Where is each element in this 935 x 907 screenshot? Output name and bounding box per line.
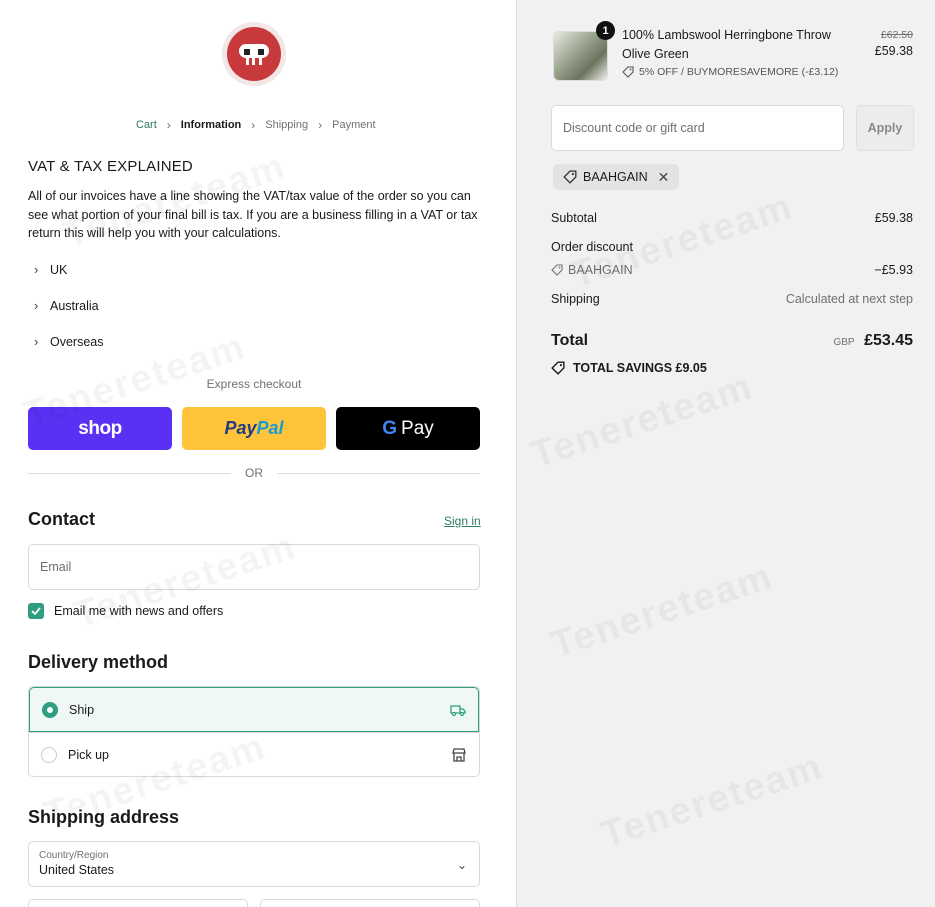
country-label: Country/Region <box>39 850 109 861</box>
watermark: Tenereteam <box>546 555 779 667</box>
close-icon[interactable]: ✕ <box>658 169 670 186</box>
country-select[interactable]: Country/Region United States ⌄ <box>28 841 480 887</box>
pickup-label: Pick up <box>68 748 109 762</box>
vat-heading: VAT & TAX EXPLAINED <box>28 158 193 175</box>
accordion-label: UK <box>50 262 68 277</box>
truck-icon <box>450 705 466 717</box>
shipping-row: Shipping Calculated at next step <box>551 292 913 306</box>
newsletter-label: Email me with news and offers <box>54 604 224 618</box>
discount-code-input[interactable]: Discount code or gift card <box>551 105 844 151</box>
original-price: £62.50 <box>880 29 913 41</box>
store-logo[interactable] <box>222 22 286 86</box>
accordion-australia[interactable]: › Australia <box>34 298 99 313</box>
google-pay-button[interactable]: G Pay <box>336 407 480 450</box>
ship-radio[interactable] <box>42 701 58 718</box>
checkmark-icon <box>31 607 41 615</box>
order-discount-value: −£5.93 <box>874 263 913 277</box>
product-discount-text: 5% OFF / BUYMORESAVEMORE (-£3.12) <box>639 66 839 78</box>
chevron-right-icon: › <box>34 262 39 277</box>
sign-in-link[interactable]: Sign in <box>444 514 481 528</box>
accordion-label: Overseas <box>50 334 104 349</box>
delivery-option-pickup[interactable]: Pick up <box>29 732 479 776</box>
tag-icon <box>563 170 577 184</box>
product-discount: 5% OFF / BUYMORESAVEMORE (-£3.12) <box>622 66 838 78</box>
chevron-right-icon: › <box>318 118 323 132</box>
chevron-right-icon: › <box>34 298 39 313</box>
shop-pay-button[interactable]: shop <box>28 407 172 450</box>
shipping-value: Calculated at next step <box>785 292 913 306</box>
ship-label: Ship <box>69 702 95 717</box>
tag-icon <box>551 361 565 375</box>
discount-chip-code: BAAHGAIN <box>583 170 648 184</box>
order-discount-row: Order discount <box>551 240 913 254</box>
email-placeholder: Email <box>40 560 72 574</box>
checkout-main: Cart › Information › Shipping › Payment … <box>0 0 516 907</box>
breadcrumb-shipping: Shipping <box>265 119 309 131</box>
first-name-field[interactable] <box>28 899 248 907</box>
or-label: OR <box>245 466 263 480</box>
breadcrumb: Cart › Information › Shipping › Payment <box>136 118 376 132</box>
breadcrumb-payment: Payment <box>332 119 376 131</box>
or-divider: OR <box>28 466 480 480</box>
apply-button[interactable]: Apply <box>856 105 914 151</box>
order-discount-code-text: BAAHGAIN <box>568 263 633 277</box>
chevron-down-icon: ⌄ <box>456 858 467 872</box>
watermark: Tenereteam <box>526 365 759 477</box>
accordion-uk[interactable]: › UK <box>34 262 67 277</box>
last-name-field[interactable] <box>260 899 480 907</box>
total-row: Total GBP £53.45 <box>551 332 913 350</box>
sheep-logo-icon <box>239 44 269 65</box>
subtotal-row: Subtotal £59.38 <box>551 211 913 225</box>
paypal-logo-pay: Pay <box>224 418 257 438</box>
google-g-icon: G <box>382 417 398 439</box>
contact-heading: Contact <box>28 509 95 529</box>
shipping-label: Shipping <box>551 292 600 306</box>
shop-pay-logo: shop <box>78 417 122 439</box>
watermark: Tenereteam <box>596 745 829 857</box>
currency-code: GBP <box>833 337 855 348</box>
newsletter-checkbox[interactable] <box>28 603 44 619</box>
tag-icon <box>622 66 634 78</box>
discount-placeholder: Discount code or gift card <box>563 121 705 135</box>
delivery-option-ship[interactable]: Ship <box>29 687 479 732</box>
google-pay-label: Pay <box>401 417 434 439</box>
total-value: £53.45 <box>864 332 913 349</box>
total-savings: TOTAL SAVINGS £9.05 <box>551 361 707 375</box>
store-icon <box>452 748 466 762</box>
chevron-right-icon: › <box>251 118 256 132</box>
subtotal-label: Subtotal <box>551 211 597 225</box>
discount-chip: BAAHGAIN ✕ <box>553 164 680 190</box>
subtotal-value: £59.38 <box>874 211 913 225</box>
newsletter-option[interactable]: Email me with news and offers <box>28 603 223 619</box>
accordion-overseas[interactable]: › Overseas <box>34 334 104 349</box>
order-discount-code: BAAHGAIN <box>551 263 633 277</box>
paypal-logo-pal: Pal <box>256 418 284 438</box>
breadcrumb-information: Information <box>180 119 242 131</box>
order-discount-label: Order discount <box>551 240 633 254</box>
pickup-radio[interactable] <box>41 747 57 763</box>
delivery-options: Ship Pick up <box>28 686 480 777</box>
accordion-label: Australia <box>50 298 99 313</box>
discounted-price: £59.38 <box>874 44 913 58</box>
chevron-right-icon: › <box>166 118 171 132</box>
total-label: Total <box>551 332 589 349</box>
order-discount-code-row: BAAHGAIN −£5.93 <box>551 263 913 277</box>
express-checkout-label: Express checkout <box>206 377 302 391</box>
chevron-right-icon: › <box>34 334 39 349</box>
breadcrumb-cart[interactable]: Cart <box>136 119 157 131</box>
product-name: 100% Lambswool Herringbone Throw Olive G… <box>622 28 831 61</box>
order-summary: 1 100% Lambswool Herringbone Throw Olive… <box>516 0 935 907</box>
country-value: United States <box>39 863 115 877</box>
email-field[interactable]: Email <box>28 544 480 590</box>
shipping-address-heading: Shipping address <box>28 807 180 827</box>
total-savings-text: TOTAL SAVINGS £9.05 <box>573 361 707 375</box>
delivery-heading: Delivery method <box>28 652 169 672</box>
vat-description: All of our invoices have a line showing … <box>28 189 478 240</box>
paypal-button[interactable]: Pay Pal <box>182 407 326 450</box>
tag-icon <box>551 264 563 276</box>
quantity-badge: 1 <box>596 21 615 40</box>
